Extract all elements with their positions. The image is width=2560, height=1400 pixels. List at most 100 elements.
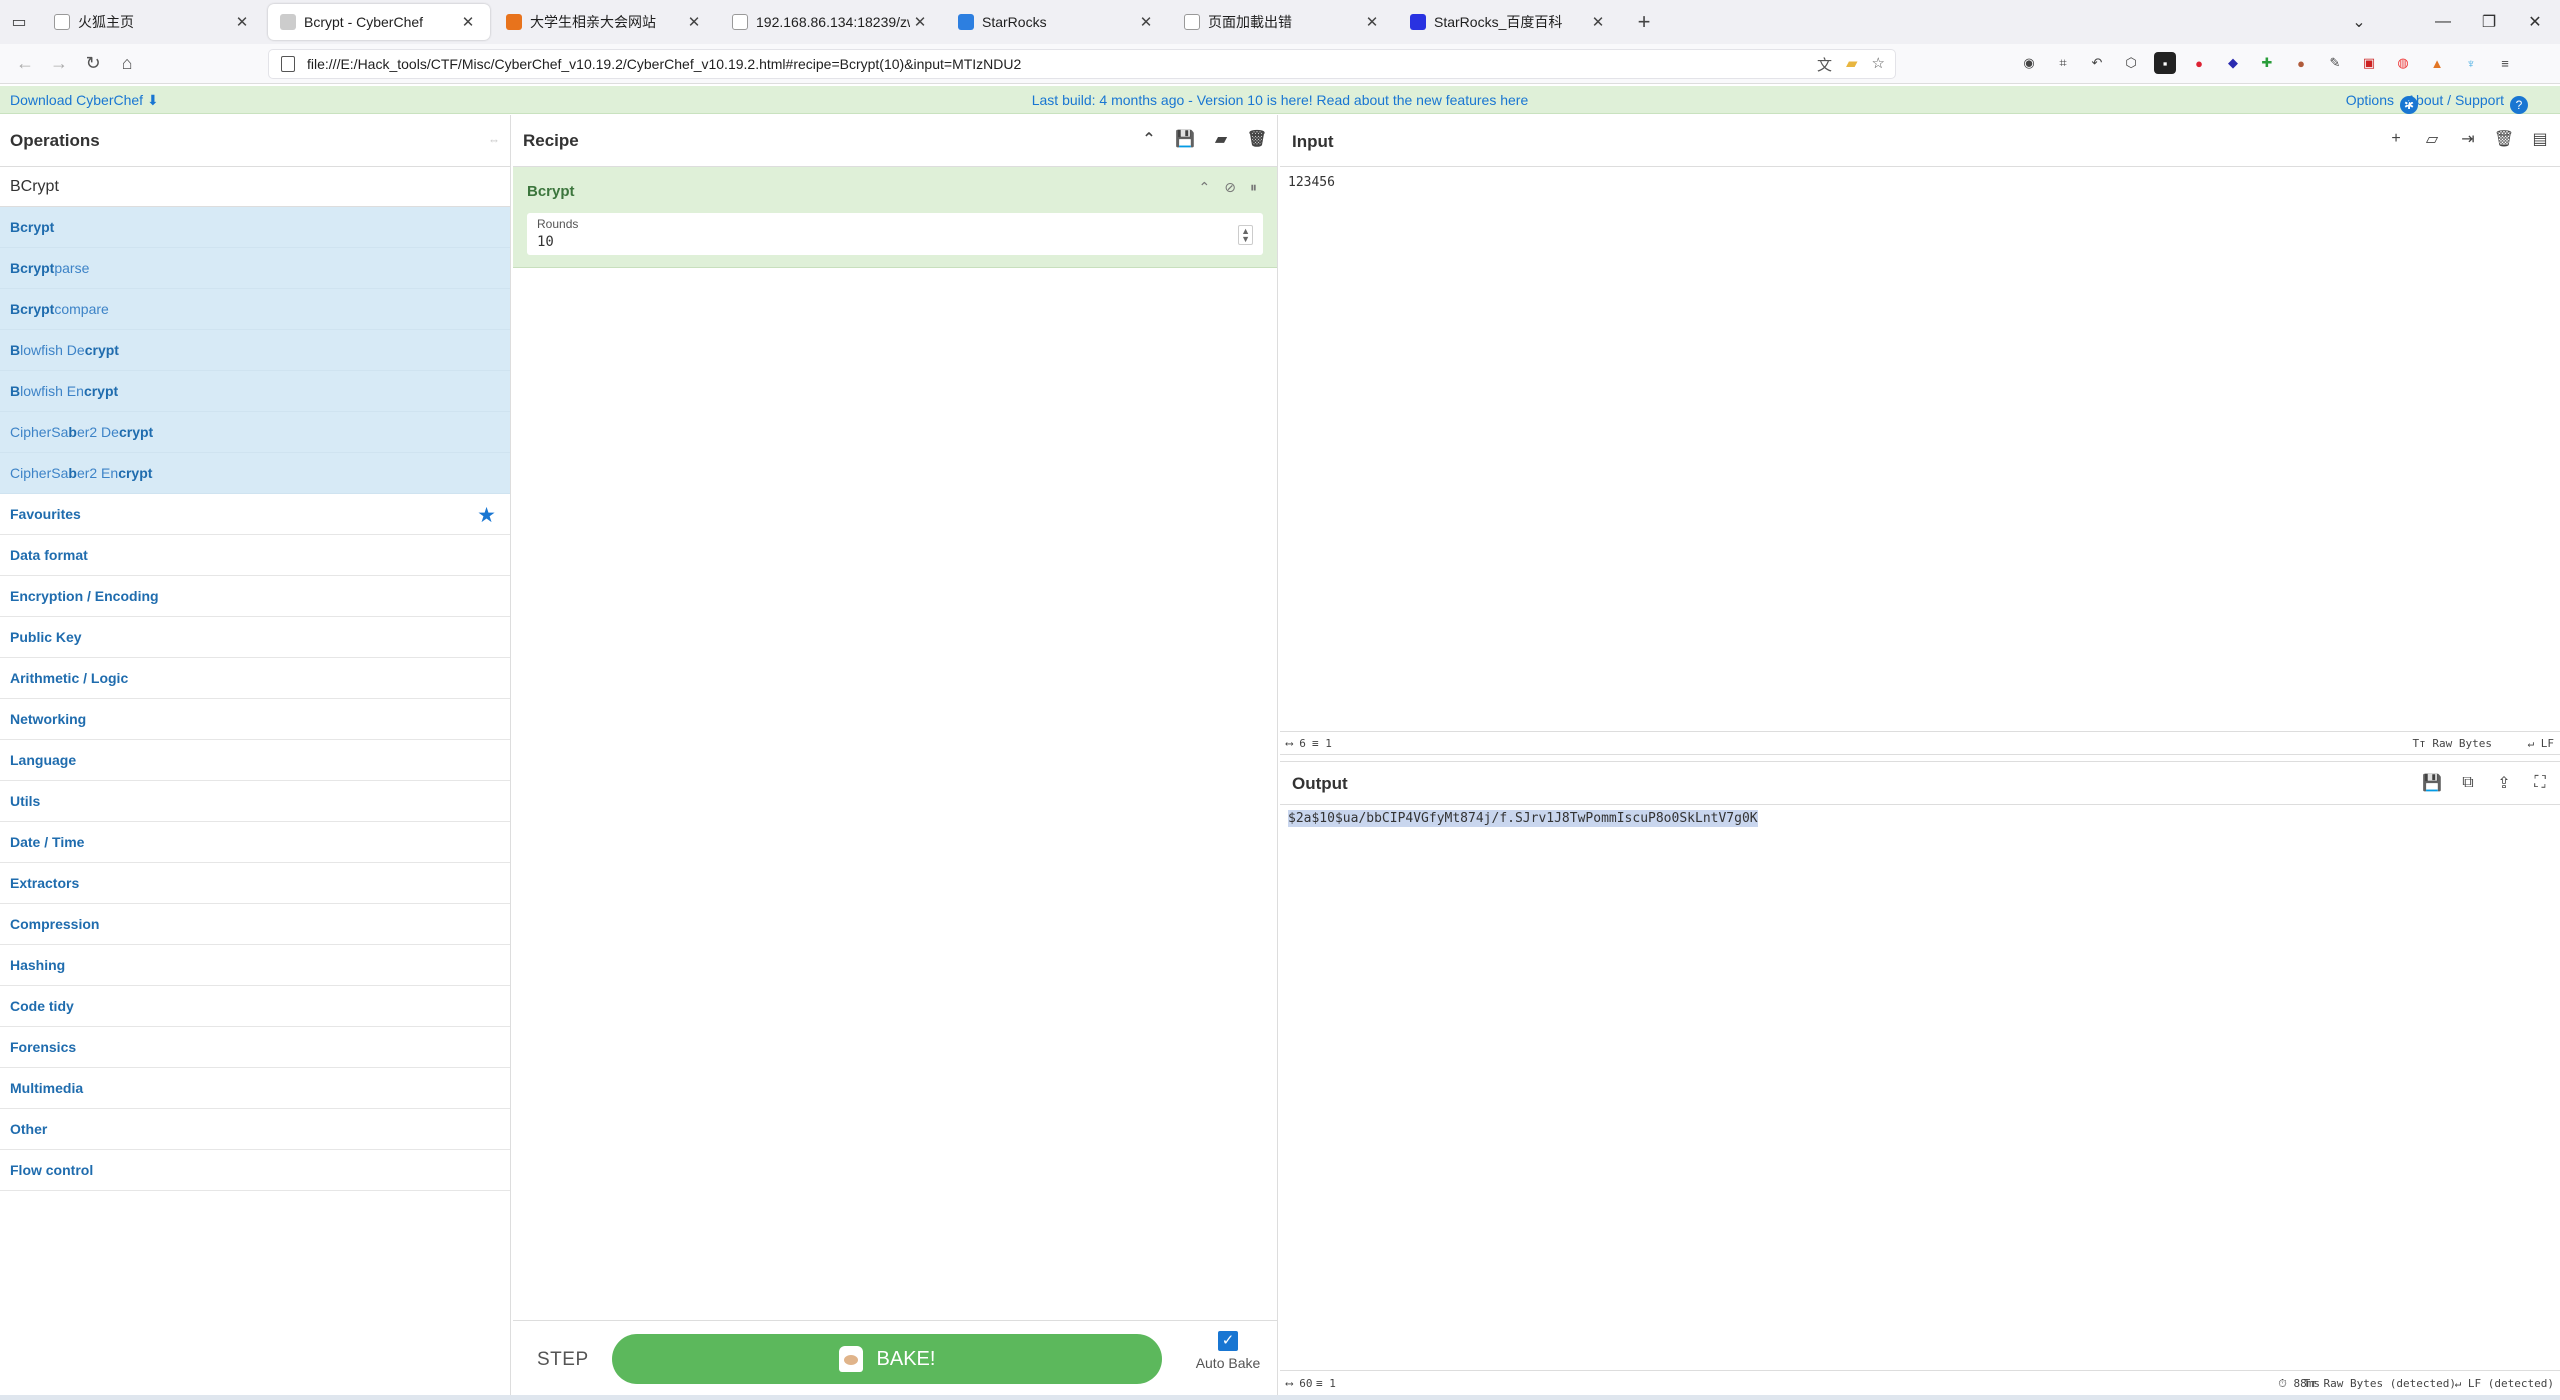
extension-dark-icon[interactable]: ▪ [2154, 52, 2176, 74]
clear-recipe-icon[interactable]: 🗑 [1247, 129, 1267, 149]
extension-tool-icon[interactable]: ✎ [2324, 52, 2346, 74]
tab-close-icon[interactable]: ✕ [684, 13, 704, 31]
category-item[interactable]: Other [0, 1109, 510, 1150]
category-item[interactable]: Encryption / Encoding [0, 576, 510, 617]
extension-fox-icon[interactable]: ▲ [2426, 52, 2448, 74]
category-item[interactable]: Public Key [0, 617, 510, 658]
undo-icon[interactable]: ↶ [2086, 52, 2108, 74]
forward-icon[interactable]: → [42, 48, 76, 80]
browser-tab[interactable]: 火狐主页 ✕ [42, 4, 264, 40]
category-item[interactable]: Hashing [0, 945, 510, 986]
layout-icon[interactable]: ▤ [2530, 129, 2550, 149]
category-item[interactable]: Extractors [0, 863, 510, 904]
category-item[interactable]: Networking [0, 699, 510, 740]
operations-search-input[interactable]: BCrypt [0, 167, 510, 207]
extension-red-icon[interactable]: ◍ [2392, 52, 2414, 74]
back-icon[interactable]: ← [8, 48, 42, 80]
minimize-icon[interactable]: — [2420, 0, 2466, 44]
restore-icon[interactable]: ❐ [2466, 0, 2512, 44]
add-input-icon[interactable]: + [2386, 129, 2406, 149]
rounds-spinner-icon[interactable]: ▲ ▼ [1238, 225, 1253, 245]
clear-input-icon[interactable]: 🗑 [2494, 129, 2514, 149]
output-textarea[interactable]: $2a$10$ua/bbCIP4VGfyMt874j/f.SJrv1J8TwPo… [1288, 810, 1758, 827]
tab-close-icon[interactable]: ✕ [1362, 13, 1382, 31]
operation-result-item[interactable]: Blowfish De crypt [0, 330, 510, 371]
browser-tab[interactable]: StarRocks ✕ [946, 4, 1168, 40]
category-item[interactable]: Forensics [0, 1027, 510, 1068]
collapse-op-icon[interactable]: ⌃ [1199, 179, 1211, 196]
extensions-icon[interactable]: ⬡ [2120, 52, 2142, 74]
category-item[interactable]: Utils [0, 781, 510, 822]
tab-close-icon[interactable]: ✕ [1588, 13, 1608, 31]
copy-output-icon[interactable]: ⧉ [2458, 773, 2478, 793]
translate-icon[interactable]: 文 [1817, 54, 1832, 75]
open-folder-icon[interactable]: ▱ [2422, 129, 2442, 149]
browser-tab[interactable]: 大学生相亲大会网站 ✕ [494, 4, 716, 40]
input-textarea[interactable]: 123456 [1288, 175, 1335, 190]
disable-op-icon[interactable]: ⊘ [1224, 179, 1236, 196]
category-item[interactable]: Code tidy [0, 986, 510, 1027]
category-item[interactable]: Date / Time [0, 822, 510, 863]
browser-tab[interactable]: StarRocks_百度百科 ✕ [1398, 4, 1620, 40]
category-item[interactable]: Compression [0, 904, 510, 945]
bake-button[interactable]: BAKE! [612, 1334, 1162, 1384]
new-tab-button[interactable]: + [1626, 4, 1662, 40]
tab-close-icon[interactable]: ✕ [910, 13, 930, 31]
save-output-icon[interactable]: 💾 [2422, 773, 2442, 793]
operation-result-item[interactable]: Blowfish En crypt [0, 371, 510, 412]
account-icon[interactable]: ◉ [2018, 52, 2040, 74]
category-item[interactable]: Language [0, 740, 510, 781]
operation-result-item[interactable]: Bcrypt compare [0, 289, 510, 330]
tab-close-icon[interactable]: ✕ [458, 13, 478, 31]
menu-icon[interactable]: ≡ [2494, 52, 2516, 74]
category-item[interactable]: Favourites ★ [0, 494, 510, 535]
folder-icon[interactable]: ▰ [1846, 54, 1858, 75]
input-encoding-button[interactable]: Tт Raw Bytes [2413, 737, 2492, 750]
load-recipe-icon[interactable]: ▰ [1211, 129, 1231, 149]
extension-diamond-icon[interactable]: ◆ [2222, 52, 2244, 74]
browser-tab[interactable]: 页面加載出错 ✕ [1172, 4, 1394, 40]
rounds-field[interactable]: Rounds 10 ▲ ▼ [527, 213, 1263, 255]
category-item[interactable]: Data format [0, 535, 510, 576]
browser-tab[interactable]: 192.168.86.134:18239/zwz/com✕ [720, 4, 942, 40]
operation-result-item[interactable]: CipherSa b er2 De crypt [0, 412, 510, 453]
extension-badge-icon[interactable]: ▣ [2358, 52, 2380, 74]
tab-close-icon[interactable]: ✕ [1136, 13, 1156, 31]
operation-result-item[interactable]: Bcrypt [0, 207, 510, 248]
input-eol-button[interactable]: ↵ LF [2528, 737, 2555, 750]
open-file-icon[interactable]: ⇥ [2458, 129, 2478, 149]
tab-close-icon[interactable]: ✕ [232, 13, 252, 31]
reload-icon[interactable]: ↻ [76, 48, 110, 80]
maximise-output-icon[interactable]: ⛶ [2530, 773, 2550, 793]
crop-icon[interactable]: ⌗ [2052, 52, 2074, 74]
extension-avatar-icon[interactable]: ● [2188, 52, 2210, 74]
extension-plus-icon[interactable]: ✚ [2256, 52, 2278, 74]
bookmark-star-icon[interactable]: ☆ [1872, 54, 1885, 75]
rounds-value[interactable]: 10 [537, 234, 554, 250]
version-notice[interactable]: Last build: 4 months ago - Version 10 is… [0, 92, 2560, 108]
about-support-button[interactable]: About / Support? [2407, 92, 2528, 114]
resize-handle-icon[interactable]: ⇔ [488, 133, 500, 147]
home-icon[interactable]: ⌂ [110, 48, 144, 80]
close-window-icon[interactable]: ✕ [2512, 0, 2558, 44]
browser-tab[interactable]: Bcrypt - CyberChef ✕ [268, 4, 490, 40]
step-button[interactable]: STEP [537, 1349, 589, 1371]
tab-overflow-chevron-icon[interactable]: ⌄ [2336, 0, 2382, 44]
output-encoding-button[interactable]: Tт Raw Bytes (detected) [2304, 1377, 2456, 1390]
recipe-operation-bcrypt[interactable]: Bcrypt ⌃ ⊘ ⏸ Rounds 10 ▲ ▼ [513, 167, 1277, 268]
extension-blue-icon[interactable]: ♆ [2460, 52, 2482, 74]
category-item[interactable]: Arithmetic / Logic [0, 658, 510, 699]
auto-bake-toggle[interactable]: ✓ Auto Bake [1193, 1331, 1263, 1371]
tab-list-icon[interactable]: ▭ [0, 0, 38, 44]
replace-input-icon[interactable]: ⇪ [2494, 773, 2514, 793]
auto-bake-checkbox[interactable]: ✓ [1218, 1331, 1238, 1351]
operation-result-item[interactable]: CipherSa b er2 En crypt [0, 453, 510, 494]
pause-op-icon[interactable]: ⏸ [1250, 179, 1257, 196]
save-recipe-icon[interactable]: 💾 [1175, 129, 1195, 149]
url-bar[interactable]: file:///E:/Hack_tools/CTF/Misc/CyberChef… [268, 49, 1896, 79]
category-item[interactable]: Multimedia [0, 1068, 510, 1109]
extension-ball-icon[interactable]: ● [2290, 52, 2312, 74]
output-eol-button[interactable]: ↵ LF (detected) [2455, 1377, 2554, 1390]
category-item[interactable]: Flow control [0, 1150, 510, 1191]
operation-result-item[interactable]: Bcrypt parse [0, 248, 510, 289]
